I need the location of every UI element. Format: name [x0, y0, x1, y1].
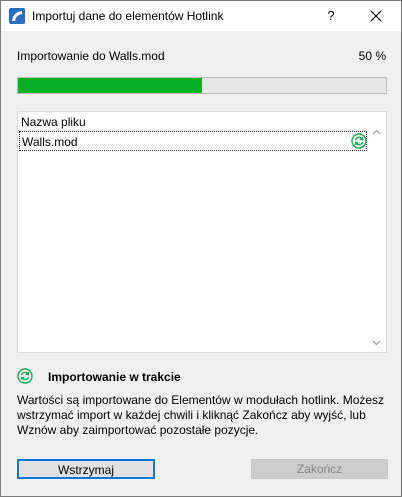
- progress-percent: 50 %: [358, 49, 386, 63]
- pause-button[interactable]: Wstrzymaj: [17, 459, 155, 479]
- finish-button[interactable]: Zakończ: [251, 459, 388, 479]
- scroll-down-icon[interactable]: [368, 334, 385, 351]
- app-icon: [9, 8, 25, 24]
- close-button[interactable]: [361, 5, 391, 27]
- list-item[interactable]: Walls.mod: [19, 131, 367, 151]
- list-scrollbar[interactable]: [368, 112, 385, 352]
- file-list[interactable]: Nazwa pliku Walls.mod: [17, 111, 387, 353]
- importing-icon: [17, 368, 33, 384]
- column-header-file-name[interactable]: Nazwa pliku: [18, 112, 366, 131]
- progress-label: Importowanie do Walls.mod: [17, 49, 165, 63]
- scroll-up-icon[interactable]: [368, 124, 385, 141]
- window-title: Importuj dane do elementów Hotlink: [32, 9, 224, 23]
- progress-bar: [17, 77, 387, 94]
- status-text: Importowanie w trakcie: [48, 370, 181, 384]
- close-icon: [370, 10, 382, 22]
- importing-icon: [351, 133, 367, 149]
- import-dialog: Importuj dane do elementów Hotlink ? Imp…: [0, 0, 402, 497]
- description-text: Wartości są importowane do Elementów w m…: [17, 393, 385, 437]
- file-name: Walls.mod: [22, 135, 78, 149]
- progress-bar-fill: [18, 78, 202, 93]
- help-button[interactable]: ?: [317, 5, 345, 27]
- title-bar[interactable]: Importuj dane do elementów Hotlink ?: [1, 1, 401, 31]
- column-header-label: Nazwa pliku: [21, 115, 86, 129]
